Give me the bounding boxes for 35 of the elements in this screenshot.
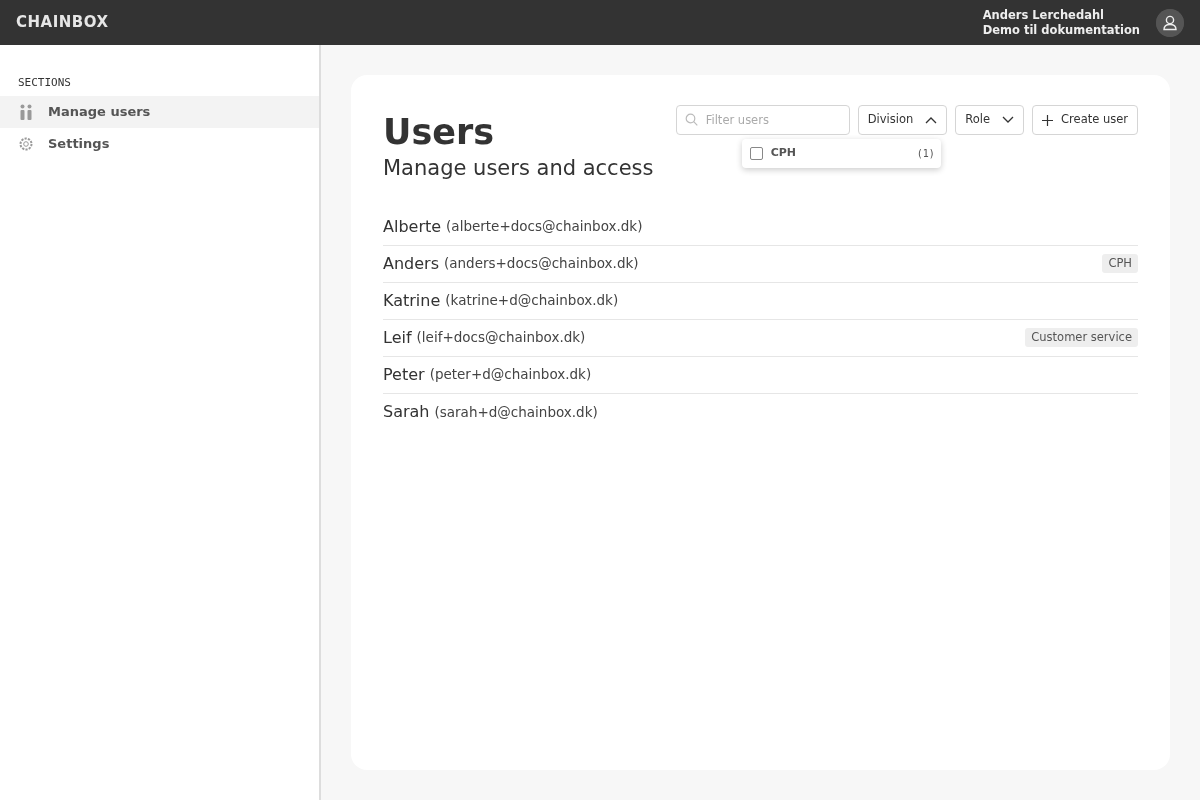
filter-dropdown[interactable]: Role [955,105,1025,135]
user-name[interactable]: Anders [383,251,439,276]
page-subtitle: Manage users and access [383,155,654,182]
sidebar-item[interactable]: Manage users [0,95,319,128]
filter-dropdown[interactable]: Division [857,105,948,135]
caret-icon [1002,116,1015,124]
app-logo[interactable]: CHAINBOX [16,11,109,34]
user-email: (alberte+docs@chainbox.dk) [446,217,643,237]
user-name[interactable]: Leif [383,325,412,350]
user-email: (anders+docs@chainbox.dk) [444,254,639,274]
search-field[interactable]: Filter users [675,105,850,135]
organization-name: Demo til dokumentation [982,22,1140,38]
option-count: (1) [916,146,935,161]
user-name[interactable]: Katrine [383,288,441,313]
user-tag: CPH [1102,253,1138,274]
plus-icon [1042,114,1054,126]
user-email: (sarah+d@chainbox.dk) [434,402,598,422]
page-title: Users [383,111,496,153]
user-name[interactable]: Sarah [383,400,430,424]
user-email: (katrine+d@chainbox.dk) [445,291,619,311]
sidebar-heading: SECTIONS [17,75,72,91]
dropdown-option[interactable]: CPH (1) [749,145,935,162]
option-label: CPH [770,145,797,161]
user-name[interactable]: Alberte [383,214,442,239]
user-name[interactable]: Peter [383,362,425,387]
create-user-button[interactable]: Create user [1032,105,1138,135]
user-email: (peter+d@chainbox.dk) [429,365,592,385]
user-email: (leif+docs@chainbox.dk) [416,328,586,348]
checkbox[interactable] [749,146,763,160]
user-tag: Customer service [1025,327,1138,348]
user-name: Anders Lerchedahl [982,7,1106,23]
settings-icon [18,135,34,152]
caret-icon [925,116,938,124]
sidebar-item[interactable]: Settings [0,127,319,160]
people-icon [18,103,34,120]
